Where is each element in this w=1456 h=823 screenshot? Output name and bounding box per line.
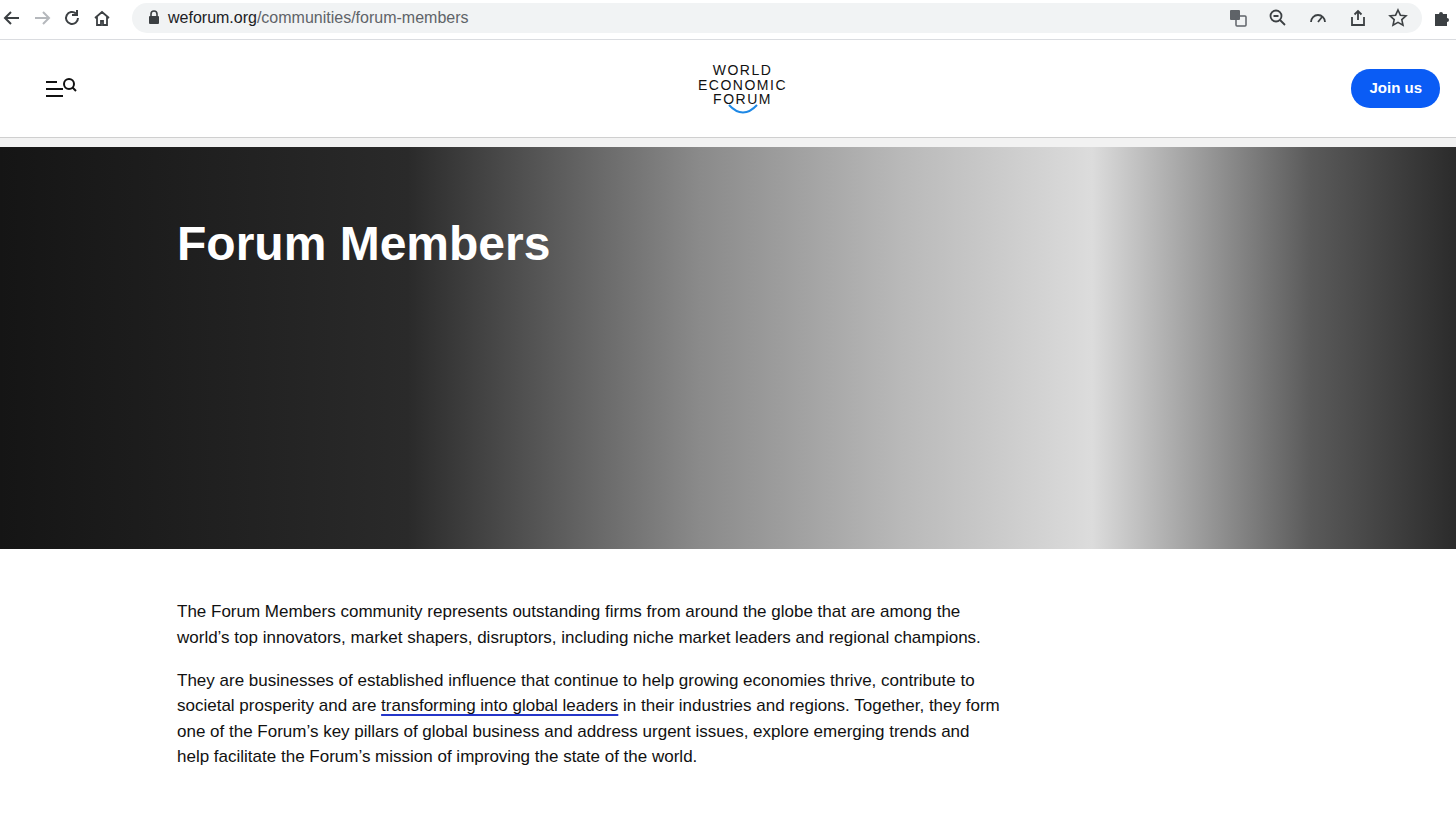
extensions-icon[interactable] — [1432, 8, 1452, 28]
forward-icon[interactable] — [32, 8, 52, 28]
hero-banner: Forum Members — [0, 147, 1456, 549]
hero-title: Forum Members — [177, 215, 1456, 273]
wef-logo[interactable]: WORLDECONOMICFORUM — [698, 63, 787, 114]
address-actions — [1228, 8, 1408, 28]
text-segment: The Forum Members community represents o… — [177, 602, 981, 647]
back-icon[interactable] — [2, 8, 22, 28]
paragraph: The Forum Members community represents o… — [177, 599, 1000, 650]
home-icon[interactable] — [92, 8, 112, 28]
url-host[interactable]: weforum.org — [168, 6, 257, 30]
url-text[interactable]: weforum.org/communities/forum-members — [168, 6, 469, 30]
menu-search[interactable] — [45, 77, 698, 101]
intro-text: The Forum Members community represents o… — [0, 549, 1000, 770]
paragraph: They are businesses of established influ… — [177, 668, 1000, 770]
logo-line[interactable]: WORLD — [713, 63, 773, 78]
reload-icon[interactable] — [62, 8, 82, 28]
share-icon[interactable] — [1348, 8, 1368, 28]
star-icon[interactable] — [1388, 8, 1408, 28]
menu-search-icon[interactable] — [45, 77, 77, 101]
address-bar[interactable]: weforum.org/communities/forum-members — [132, 3, 1422, 33]
lock-icon — [148, 10, 160, 25]
url-path[interactable]: /communities/forum-members — [257, 6, 469, 30]
translate-icon[interactable] — [1228, 8, 1248, 28]
zoom-icon[interactable] — [1268, 8, 1288, 28]
join-button[interactable]: Join us — [1351, 69, 1440, 108]
logo-line[interactable]: ECONOMIC — [698, 78, 787, 93]
inline-link[interactable]: transforming into global leaders — [381, 696, 618, 715]
logo-arc-icon — [723, 104, 763, 114]
browser-toolbar: weforum.org/communities/forum-members — [0, 0, 1456, 35]
logo-line[interactable]: FORUM — [713, 92, 772, 107]
performance-icon[interactable] — [1308, 8, 1328, 28]
site-header: WORLDECONOMICFORUM Join us — [0, 40, 1456, 138]
